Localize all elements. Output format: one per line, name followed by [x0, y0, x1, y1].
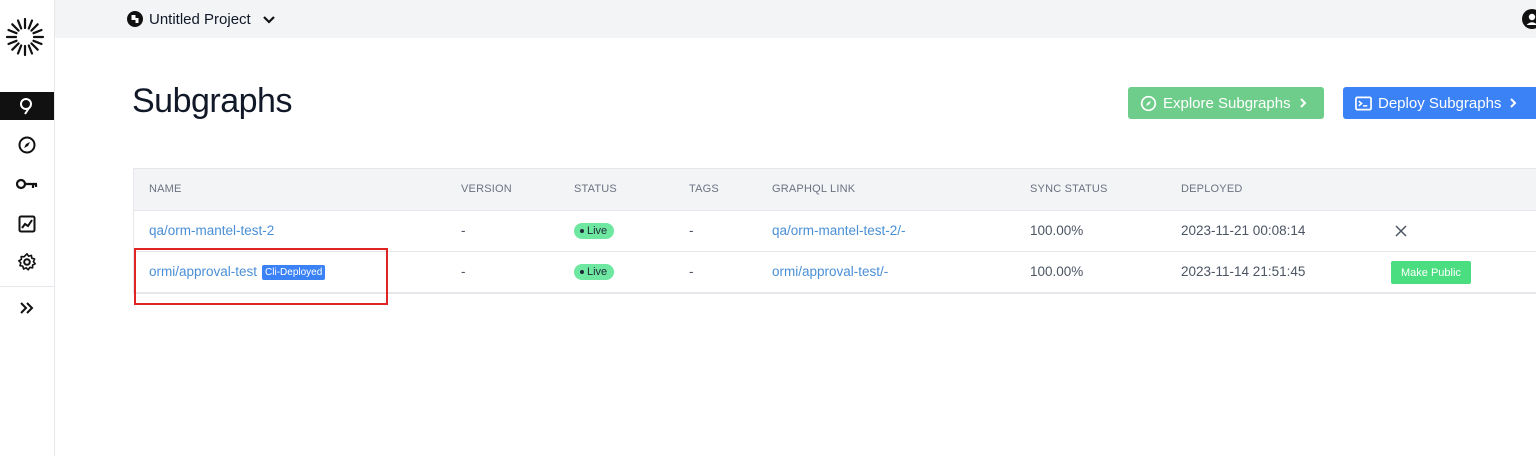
sync-status-cell: 100.00% [1030, 264, 1084, 279]
compass-icon [18, 136, 36, 154]
project-name: Untitled Project [149, 10, 251, 28]
table-header: NAME VERSION STATUS TAGS GRAPHQL LINK SY… [134, 169, 1536, 211]
user-icon[interactable] [1522, 9, 1536, 29]
subgraphs-icon [20, 98, 32, 115]
make-public-button[interactable]: Make Public [1391, 261, 1471, 284]
version-cell: - [461, 223, 466, 238]
deploy-subgraphs-label: Deploy Subgraphs [1378, 94, 1502, 112]
status-dot-icon [580, 270, 584, 274]
column-header-status[interactable]: STATUS [574, 183, 617, 195]
table-row: qa/orm-mantel-test-2 - Live - qa/orm-man… [134, 211, 1536, 252]
sidebar-item-explore[interactable] [0, 131, 54, 159]
column-header-sync-status[interactable]: SYNC STATUS [1030, 183, 1108, 195]
key-icon [15, 178, 38, 190]
terminal-icon [1355, 96, 1372, 110]
tags-cell: - [689, 223, 694, 238]
graphql-link[interactable]: ormi/approval-test/- [772, 264, 888, 279]
column-header-version[interactable]: VERSION [461, 183, 512, 195]
status-label: Live [587, 266, 608, 278]
close-icon[interactable] [1394, 224, 1408, 238]
sidebar-item-keys[interactable] [0, 170, 54, 198]
app-root: Untitled Project Subgraphs Explore Subgr… [0, 0, 1536, 456]
chevron-down-icon [262, 16, 275, 24]
chevron-right-icon [1510, 98, 1517, 108]
top-bar: Untitled Project [55, 0, 1536, 38]
chevron-right-icon [1299, 98, 1307, 108]
status-dot-icon [580, 229, 584, 233]
subgraph-name-link[interactable]: qa/orm-mantel-test-2 [149, 223, 274, 238]
starburst-logo[interactable] [4, 16, 46, 58]
subgraph-name-cell: ormi/approval-test Cli-Deployed [149, 264, 326, 280]
sidebar-item-subgraphs[interactable] [0, 92, 54, 120]
page-title: Subgraphs [132, 82, 292, 120]
sidebar-item-analytics[interactable] [0, 210, 54, 238]
column-header-graphql-link[interactable]: GRAPHQL LINK [772, 183, 855, 195]
deployed-cell: 2023-11-21 00:08:14 [1181, 223, 1306, 238]
explore-subgraphs-label: Explore Subgraphs [1163, 94, 1291, 112]
table-row: ormi/approval-test Cli-Deployed - Live - … [134, 252, 1536, 293]
sync-status-cell: 100.00% [1030, 223, 1084, 238]
explore-subgraphs-button[interactable]: Explore Subgraphs [1128, 87, 1324, 119]
status-badge: Live [574, 223, 615, 239]
deploy-subgraphs-button[interactable]: Deploy Subgraphs [1343, 87, 1536, 119]
expand-icon [20, 302, 34, 314]
sidebar-divider [0, 286, 54, 287]
subgraph-name-link[interactable]: ormi/approval-test [149, 264, 257, 279]
column-header-deployed[interactable]: DEPLOYED [1181, 183, 1243, 195]
column-header-tags[interactable]: TAGS [689, 183, 719, 195]
status-badge: Live [574, 264, 615, 280]
gear-icon [18, 253, 36, 271]
sidebar-expand-button[interactable] [0, 294, 54, 322]
deployed-cell: 2023-11-14 21:51:45 [1181, 264, 1306, 279]
sidebar-item-settings[interactable] [0, 248, 54, 276]
graphql-link[interactable]: qa/orm-mantel-test-2/- [772, 223, 906, 238]
sidebar [0, 0, 55, 456]
tags-cell: - [689, 264, 694, 279]
project-icon [127, 11, 143, 27]
version-cell: - [461, 264, 466, 279]
project-selector[interactable]: Untitled Project [127, 8, 277, 30]
chart-icon [18, 215, 36, 233]
column-header-name[interactable]: NAME [149, 183, 182, 195]
cli-deployed-badge: Cli-Deployed [262, 265, 326, 280]
status-label: Live [587, 225, 608, 237]
compass-icon [1140, 95, 1157, 111]
subgraphs-table: NAME VERSION STATUS TAGS GRAPHQL LINK SY… [133, 168, 1536, 294]
